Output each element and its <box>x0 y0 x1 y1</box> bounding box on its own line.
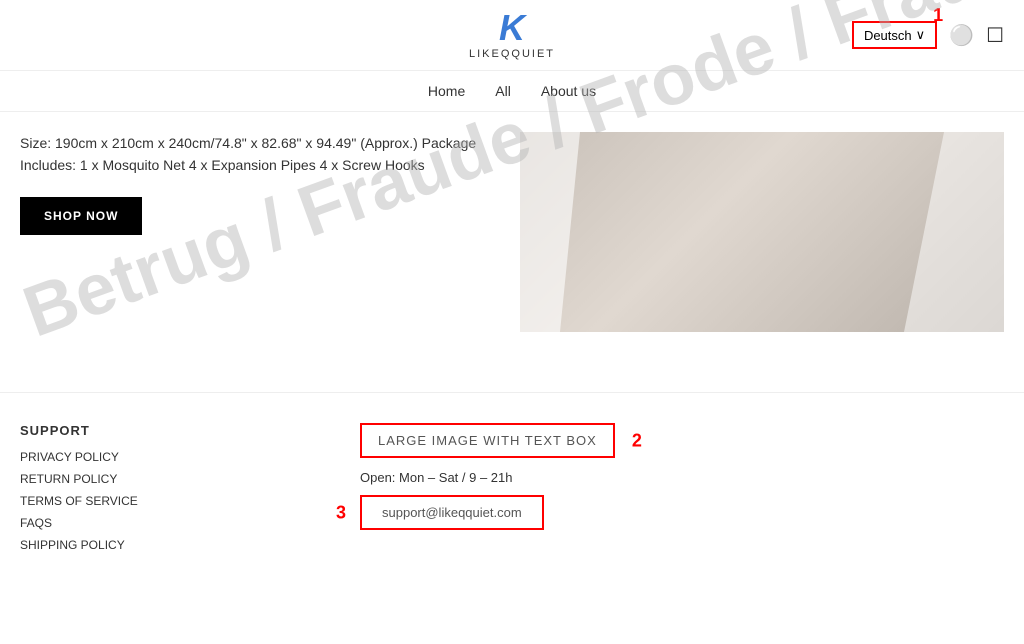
footer-links-section: SUPPORT PRIVACY POLICY RETURN POLICY TER… <box>20 423 240 560</box>
logo-k-icon: K <box>499 10 525 46</box>
nav-all[interactable]: All <box>495 83 511 99</box>
open-hours: Open: Mon – Sat / 9 – 21h <box>360 470 513 485</box>
header: K LIKEQQUIET Deutsch ∨ 1 ⚪ ☐ <box>0 0 1024 71</box>
shop-now-button[interactable]: SHOP NOW <box>20 197 142 235</box>
product-image <box>520 132 1004 332</box>
footer-faqs[interactable]: FAQS <box>20 516 240 530</box>
product-info: Size: 190cm x 210cm x 240cm/74.8" x 82.6… <box>20 132 520 332</box>
language-selector[interactable]: Deutsch ∨ 1 <box>852 21 937 49</box>
annotation-label-2: 2 <box>632 430 643 451</box>
logo-name: LIKEQQUIET <box>469 48 555 60</box>
fabric-right <box>904 132 1004 332</box>
bed-image-placeholder <box>520 132 1004 332</box>
annotation-label-3: 3 <box>336 502 346 523</box>
nav-home[interactable]: Home <box>428 83 465 99</box>
large-image-text-box: LARGE IMAGE WITH TEXT BOX 2 <box>360 423 615 458</box>
footer-return-policy[interactable]: RETURN POLICY <box>20 472 240 486</box>
footer-privacy-policy[interactable]: PRIVACY POLICY <box>20 450 240 464</box>
logo[interactable]: K LIKEQQUIET <box>469 10 555 60</box>
main-content: Size: 190cm x 210cm x 240cm/74.8" x 82.6… <box>0 112 1024 352</box>
user-icon[interactable]: ⚪ <box>949 23 974 48</box>
cart-icon[interactable]: ☐ <box>986 23 1004 48</box>
annotation-label-1: 1 <box>933 5 943 26</box>
header-right-controls: Deutsch ∨ 1 ⚪ ☐ <box>852 21 1004 49</box>
product-description: Size: 190cm x 210cm x 240cm/74.8" x 82.6… <box>20 132 520 177</box>
language-label: Deutsch <box>864 28 912 43</box>
large-image-box-label: LARGE IMAGE WITH TEXT BOX <box>378 433 597 448</box>
footer-support-title: SUPPORT <box>20 423 240 438</box>
chevron-down-icon: ∨ <box>916 27 926 43</box>
email-address[interactable]: support@likeqquiet.com <box>382 505 522 520</box>
nav-about[interactable]: About us <box>541 83 596 99</box>
footer-shipping-policy[interactable]: SHIPPING POLICY <box>20 538 240 552</box>
footer: SUPPORT PRIVACY POLICY RETURN POLICY TER… <box>0 392 1024 590</box>
fabric-left <box>520 132 600 332</box>
footer-terms-of-service[interactable]: TERMS OF SERVICE <box>20 494 240 508</box>
footer-contact-section: LARGE IMAGE WITH TEXT BOX 2 Open: Mon – … <box>240 423 1004 560</box>
main-nav: Home All About us <box>0 71 1024 112</box>
email-box: 3 support@likeqquiet.com <box>360 495 544 530</box>
